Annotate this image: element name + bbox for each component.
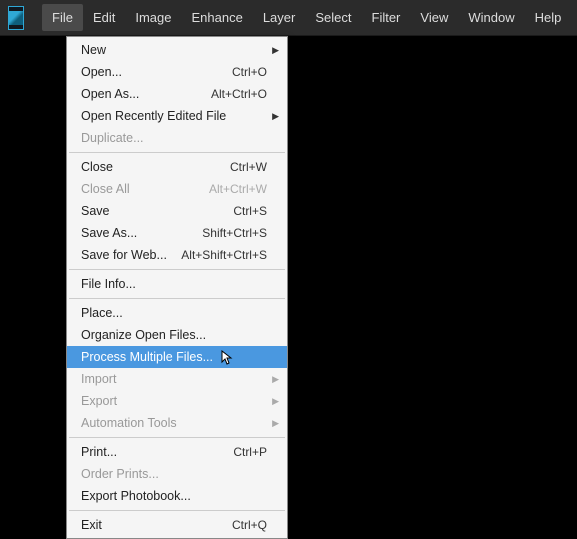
submenu-arrow-icon: ▶ [272,45,279,56]
menu-edit[interactable]: Edit [83,4,125,31]
menuitem-label: Process Multiple Files... [81,350,267,364]
menuitem-place[interactable]: Place... [67,302,287,324]
menuitem-label: Export Photobook... [81,489,267,503]
menu-separator [69,269,285,270]
menuitem-close-all: Close AllAlt+Ctrl+W [67,178,287,200]
menuitem-order-prints: Order Prints... [67,463,287,485]
menu-file[interactable]: File [42,4,83,31]
menuitem-shortcut: Alt+Ctrl+W [209,182,267,196]
menu-separator [69,437,285,438]
menuitem-label: Export [81,394,267,408]
menu-window[interactable]: Window [458,4,524,31]
menu-layer[interactable]: Layer [253,4,306,31]
menuitem-print[interactable]: Print...Ctrl+P [67,441,287,463]
menu-separator [69,152,285,153]
menuitem-label: Automation Tools [81,416,267,430]
menuitem-open-recently-edited-file[interactable]: Open Recently Edited File ▶ [67,105,287,127]
menuitem-shortcut: Alt+Ctrl+O [211,87,267,101]
menuitem-file-info[interactable]: File Info... [67,273,287,295]
menuitem-label: Print... [81,445,233,459]
menuitem-label: Place... [81,306,267,320]
menu-separator [69,298,285,299]
submenu-arrow-icon: ▶ [272,418,279,429]
menuitem-shortcut: Shift+Ctrl+S [202,226,267,240]
menuitem-label: Open... [81,65,232,79]
menuitem-label: Order Prints... [81,467,267,481]
menuitem-label: Open Recently Edited File [81,109,267,123]
menu-help[interactable]: Help [525,4,572,31]
menu-filter[interactable]: Filter [362,4,411,31]
menuitem-shortcut: Ctrl+S [233,204,267,218]
menu-view[interactable]: View [410,4,458,31]
menuitem-save[interactable]: SaveCtrl+S [67,200,287,222]
menuitem-label: Duplicate... [81,131,267,145]
menu-separator [69,510,285,511]
submenu-arrow-icon: ▶ [272,374,279,385]
menuitem-save-as[interactable]: Save As...Shift+Ctrl+S [67,222,287,244]
submenu-arrow-icon: ▶ [272,111,279,122]
menubar: FileEditImageEnhanceLayerSelectFilterVie… [0,0,577,36]
menuitem-shortcut: Alt+Shift+Ctrl+S [181,248,267,262]
menuitem-open-as[interactable]: Open As...Alt+Ctrl+O [67,83,287,105]
menuitem-label: New [81,43,267,57]
menu-image[interactable]: Image [125,4,181,31]
menuitem-automation-tools: Automation Tools ▶ [67,412,287,434]
menuitem-shortcut: Ctrl+W [230,160,267,174]
menuitem-label: Save [81,204,233,218]
submenu-arrow-icon: ▶ [272,396,279,407]
menuitem-label: Open As... [81,87,211,101]
menuitem-close[interactable]: CloseCtrl+W [67,156,287,178]
menuitem-label: File Info... [81,277,267,291]
menuitem-open[interactable]: Open...Ctrl+O [67,61,287,83]
menu-enhance[interactable]: Enhance [182,4,253,31]
menuitem-duplicate: Duplicate... [67,127,287,149]
menuitem-label: Save As... [81,226,202,240]
menuitem-exit[interactable]: ExitCtrl+Q [67,514,287,536]
menu-select[interactable]: Select [305,4,361,31]
menuitem-process-multiple-files[interactable]: Process Multiple Files... [67,346,287,368]
menuitem-shortcut: Ctrl+O [232,65,267,79]
menuitem-label: Organize Open Files... [81,328,267,342]
menuitem-new[interactable]: New ▶ [67,39,287,61]
app-icon-inner [9,11,23,25]
menuitem-shortcut: Ctrl+P [233,445,267,459]
menuitem-label: Import [81,372,267,386]
menuitem-organize-open-files[interactable]: Organize Open Files... [67,324,287,346]
menuitem-export: Export ▶ [67,390,287,412]
menuitem-label: Save for Web... [81,248,181,262]
app-icon[interactable] [8,6,24,30]
menuitem-export-photobook[interactable]: Export Photobook... [67,485,287,507]
menuitem-label: Close All [81,182,209,196]
file-dropdown: New▶Open...Ctrl+OOpen As...Alt+Ctrl+OOpe… [66,36,288,539]
menuitem-import: Import ▶ [67,368,287,390]
menuitem-label: Exit [81,518,232,532]
menuitem-save-for-web[interactable]: Save for Web...Alt+Shift+Ctrl+S [67,244,287,266]
menuitem-shortcut: Ctrl+Q [232,518,267,532]
menuitem-label: Close [81,160,230,174]
